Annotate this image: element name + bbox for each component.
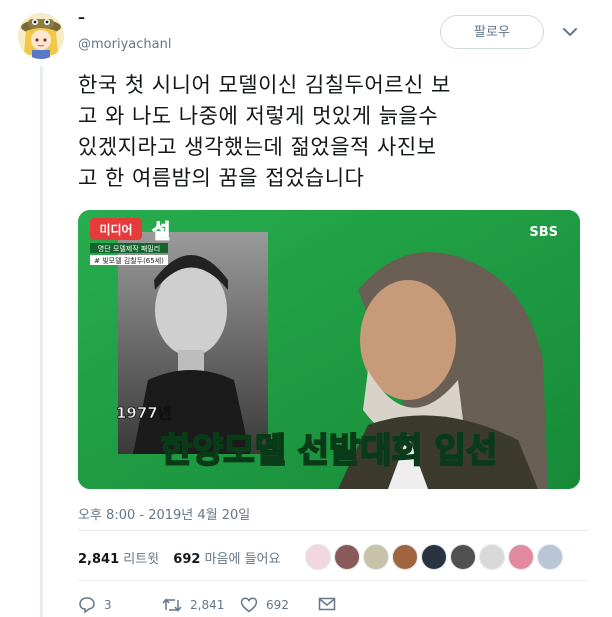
retweet-count: 2,841 [190, 598, 225, 612]
liker-avatar[interactable] [421, 544, 447, 570]
retweet-icon [162, 598, 182, 612]
broadcaster-logo: SBS [529, 225, 558, 240]
tweet-text-line: 한국 첫 시니어 모델이신 김칠두어르신 보 [78, 73, 451, 97]
reply-icon [79, 597, 95, 614]
display-name[interactable]: – [78, 10, 85, 26]
year-caption: 1977년 [116, 404, 172, 422]
liker-avatar[interactable] [305, 544, 331, 570]
follow-button[interactable]: 팔로우 [440, 15, 544, 49]
liker-avatar[interactable] [334, 544, 360, 570]
retweet-button[interactable]: 2,841 [162, 596, 224, 614]
divider [78, 580, 588, 581]
show-logo-top: 미디어 [99, 222, 132, 237]
tweet-stats: 2,841 리트윗 692 마음에 들어요 [78, 548, 290, 567]
like-button[interactable]: 692 [240, 596, 289, 614]
tweet-media-image[interactable]: 미디어 설 명단 모델제작 패밀리 # 빛모델 김칠두(65세) SBS 197… [78, 210, 580, 489]
liker-avatar[interactable] [392, 544, 418, 570]
chevron-down-icon[interactable] [562, 26, 578, 38]
liker-avatar[interactable] [450, 544, 476, 570]
media-scene: 미디어 설 명단 모델제작 패밀리 # 빛모델 김칠두(65세) SBS 197… [78, 210, 580, 489]
like-count: 692 [266, 598, 289, 612]
tweet-text: 한국 첫 시니어 모델이신 김칠두어르신 보 고 와 나도 나중에 저렇게 멋있… [78, 70, 588, 194]
tweet-text-line: 있겠지라고 생각했는데 젊었을적 사진보 [78, 135, 437, 159]
show-logo-main: 설 [152, 219, 170, 243]
show-subtitle-2: # 빛모델 김칠두(65세) [94, 256, 164, 265]
main-caption: 한양모델 선발대회 입선 [161, 431, 497, 471]
reply-count: 3 [104, 598, 112, 612]
thread-line [40, 66, 43, 617]
liker-avatar[interactable] [508, 544, 534, 570]
tweet-timestamp[interactable]: 오후 8:00 - 2019년 4월 20일 [78, 504, 250, 523]
direct-message-button[interactable] [318, 596, 344, 612]
avatar-image [18, 13, 64, 59]
tweet-text-line: 고 와 나도 나중에 저렇게 멋있게 늙을수 [78, 104, 439, 128]
liker-avatar[interactable] [479, 544, 505, 570]
retweets-label[interactable]: 리트윗 [123, 552, 159, 567]
reply-button[interactable]: 3 [78, 596, 112, 614]
tweet-text-line: 고 한 여름밤의 꿈을 접었습니다 [78, 166, 365, 190]
show-subtitle-1: 명단 모델제작 패밀리 [98, 244, 160, 253]
envelope-icon [318, 597, 336, 611]
divider [78, 530, 588, 531]
liker-avatar[interactable] [363, 544, 389, 570]
heart-icon [240, 597, 258, 613]
likes-label[interactable]: 마음에 들어요 [205, 552, 281, 567]
avatar[interactable] [18, 13, 64, 59]
retweets-count[interactable]: 2,841 [78, 552, 119, 567]
liker-avatar[interactable] [537, 544, 563, 570]
tweet-actions: 3 2,841 692 [78, 596, 378, 616]
user-handle[interactable]: @moriyachanl [78, 37, 171, 52]
likes-count[interactable]: 692 [173, 552, 200, 567]
